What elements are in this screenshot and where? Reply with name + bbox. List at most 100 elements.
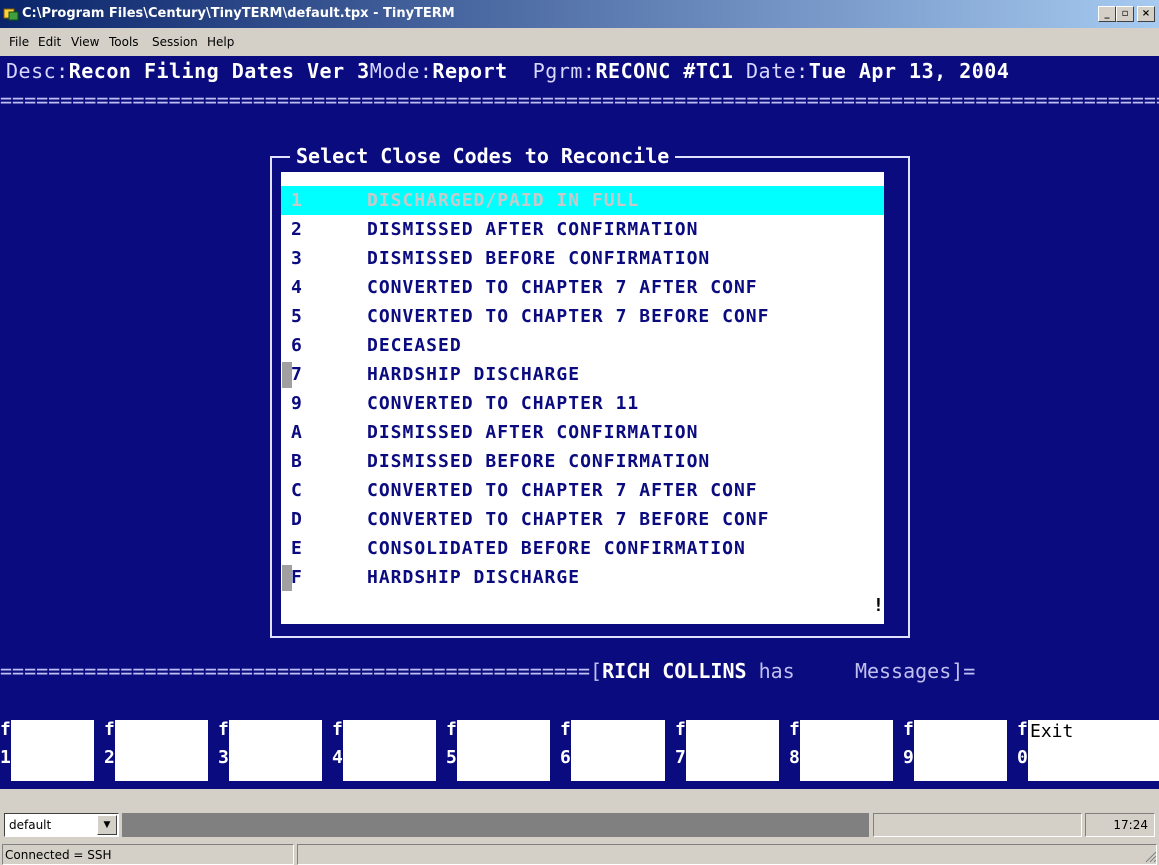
close-code-label: HARDSHIP DISCHARGE [367, 364, 581, 385]
status-panel-grey [122, 813, 869, 837]
close-code-item[interactable]: D CONVERTED TO CHAPTER 7 BEFORE CONF [281, 505, 884, 534]
close-code: 2 [291, 219, 302, 240]
terminal-header: Desc:Recon Filing Dates Ver 3Mode:Report… [6, 59, 1009, 83]
close-code-item[interactable]: 7 HARDSHIP DISCHARGE [281, 360, 884, 389]
pgrm-label: Pgrm: [532, 59, 596, 83]
function-key-bar: f 1 f 2 f 3 f 4 f 5 f 6 f 7 f 8 f 9 f 0 Exit [0, 719, 1159, 781]
mode-value: Report [432, 59, 508, 83]
close-code-label: CONVERTED TO CHAPTER 7 BEFORE CONF [367, 306, 770, 327]
restore-button[interactable]: ▫ [1116, 6, 1134, 22]
function-key-label-box[interactable] [115, 720, 208, 781]
menu-bar: File Edit View Tools Session Help [0, 28, 1159, 56]
menu-file[interactable]: File [9, 35, 29, 49]
close-code-item[interactable]: A DISMISSED AFTER CONFIRMATION [281, 418, 884, 447]
function-key-id: f5 [446, 719, 457, 781]
menu-view[interactable]: View [71, 35, 99, 49]
close-code-item[interactable]: C CONVERTED TO CHAPTER 7 AFTER CONF [281, 476, 884, 505]
close-button[interactable]: × [1137, 6, 1155, 22]
function-key-label-box[interactable] [457, 720, 550, 781]
close-code: 7 [291, 364, 302, 385]
fkey-f: f [218, 719, 229, 740]
message-rule: ========================================… [0, 659, 603, 683]
close-code-item[interactable]: 5 CONVERTED TO CHAPTER 7 BEFORE CONF [281, 302, 884, 331]
close-code-item[interactable]: F HARDSHIP DISCHARGE [281, 563, 884, 592]
menu-help[interactable]: Help [207, 35, 234, 49]
close-code: 4 [291, 277, 302, 298]
window-titlebar[interactable]: C:\Program Files\Century\TinyTERM\defaul… [0, 0, 1159, 28]
connection-status-rest [297, 844, 1157, 865]
fkey-f: f [104, 719, 115, 740]
menu-tools[interactable]: Tools [109, 35, 139, 49]
chevron-down-icon[interactable]: ▼ [97, 815, 117, 835]
function-key-id: f3 [218, 719, 229, 781]
connection-text: Connected = SSH [5, 848, 112, 862]
close-code-label: DISMISSED BEFORE CONFIRMATION [367, 248, 711, 269]
message-has: has [746, 659, 855, 683]
scroll-indicator: ! [873, 595, 884, 616]
close-code: 6 [291, 335, 302, 356]
close-code: E [291, 538, 302, 559]
close-code-item[interactable]: 2 DISMISSED AFTER CONFIRMATION [281, 215, 884, 244]
fkey-number: 2 [104, 747, 115, 768]
function-key-label-box[interactable] [229, 720, 322, 781]
function-key-label-box[interactable]: Exit [1028, 720, 1159, 781]
toolbar-strip [0, 789, 1159, 808]
close-code-label: CONSOLIDATED BEFORE CONFIRMATION [367, 538, 746, 559]
function-key-label-box[interactable] [343, 720, 436, 781]
close-code: 1 [291, 190, 302, 211]
menu-session[interactable]: Session [152, 35, 198, 49]
fkey-f: f [1017, 719, 1028, 740]
function-key-id: f8 [789, 719, 800, 781]
message-user: RICH COLLINS [602, 659, 747, 683]
close-code-label: CONVERTED TO CHAPTER 7 AFTER CONF [367, 480, 758, 501]
top-rule: ========================================… [0, 90, 1159, 110]
close-code-label: DISMISSED AFTER CONFIRMATION [367, 422, 699, 443]
fkey-number: 0 [1017, 747, 1028, 768]
close-code-item[interactable]: 6 DECEASED [281, 331, 884, 360]
close-code-label: DISCHARGED/PAID IN FULL [367, 190, 640, 211]
function-key-label-box[interactable] [686, 720, 779, 781]
close-code-item[interactable]: 3 DISMISSED BEFORE CONFIRMATION [281, 244, 884, 273]
function-key-id: f4 [332, 719, 343, 781]
close-code-item[interactable]: 9 CONVERTED TO CHAPTER 11 [281, 389, 884, 418]
close-code-label: DISMISSED AFTER CONFIRMATION [367, 219, 699, 240]
close-code-label: CONVERTED TO CHAPTER 7 AFTER CONF [367, 277, 758, 298]
function-key-id: f7 [675, 719, 686, 781]
close-code: 9 [291, 393, 302, 414]
desc-value: Recon Filing Dates Ver 3 [68, 59, 370, 83]
dialog-title: Select Close Codes to Reconcile [290, 144, 676, 168]
session-select[interactable]: default ▼ [4, 813, 119, 837]
fkey-number: 9 [903, 747, 914, 768]
function-key-label-box[interactable] [914, 720, 1007, 781]
restore-icon: ▫ [1121, 8, 1129, 19]
fkey-number: 3 [218, 747, 229, 768]
mode-label: Mode: [369, 59, 433, 83]
function-key-label-box[interactable] [571, 720, 665, 781]
close-code-item[interactable]: 1 DISCHARGED/PAID IN FULL [281, 186, 884, 215]
fkey-f: f [446, 719, 457, 740]
fkey-number: 5 [446, 747, 457, 768]
close-code-list[interactable]: 1 DISCHARGED/PAID IN FULL 2 DISMISSED AFTER… [281, 172, 884, 624]
function-key-label-box[interactable] [800, 720, 893, 781]
clock-panel: 17:24 [1085, 813, 1155, 837]
session-value: default [9, 818, 52, 832]
function-key-id: f1 [0, 719, 11, 781]
resize-grip-icon[interactable] [1145, 851, 1157, 863]
date-label: Date: [745, 59, 809, 83]
terminal-screen[interactable]: Desc:Recon Filing Dates Ver 3Mode:Report… [0, 56, 1159, 789]
close-code-item[interactable]: 4 CONVERTED TO CHAPTER 7 AFTER CONF [281, 273, 884, 302]
close-code-label: HARDSHIP DISCHARGE [367, 567, 581, 588]
tinyterm-app-icon[interactable] [3, 6, 19, 22]
message-count-label: Messages]= [854, 659, 976, 683]
close-code-item[interactable]: B DISMISSED BEFORE CONFIRMATION [281, 447, 884, 476]
connection-status: Connected = SSH [2, 844, 294, 865]
status-bar: default ▼ 17:24 [0, 808, 1159, 843]
close-code-item[interactable]: E CONSOLIDATED BEFORE CONFIRMATION [281, 534, 884, 563]
minimize-button[interactable]: _ [1098, 6, 1116, 22]
function-key-label-box[interactable] [11, 720, 94, 781]
fkey-number: 4 [332, 747, 343, 768]
fkey-number: 1 [0, 747, 11, 768]
fkey-f: f [789, 719, 800, 740]
close-code-label: DECEASED [367, 335, 462, 356]
menu-edit[interactable]: Edit [38, 35, 61, 49]
